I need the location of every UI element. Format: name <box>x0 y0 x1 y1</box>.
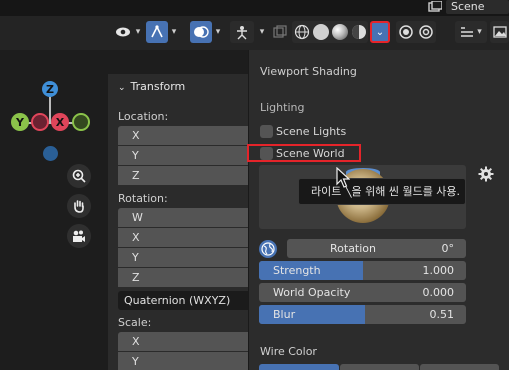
world-globe-icon[interactable] <box>259 240 277 258</box>
chevron-down-icon[interactable]: ▾ <box>168 21 180 43</box>
lighting-label: Lighting <box>260 101 305 114</box>
gizmo-axis-z[interactable]: Z <box>42 81 58 97</box>
scene-selector[interactable]: Scene <box>446 0 509 14</box>
mouse-cursor-icon <box>336 167 350 188</box>
rotation-label: Rotation: <box>118 192 168 205</box>
scale-y-field[interactable]: Y <box>118 352 250 370</box>
overlay-pass-button[interactable] <box>417 21 435 43</box>
top-strip: Scene <box>0 0 509 16</box>
image-editor-button[interactable] <box>490 21 509 43</box>
scene-lights-label[interactable]: Scene Lights <box>276 125 346 138</box>
xray-toggle-button[interactable] <box>271 21 289 43</box>
scene-icon <box>425 0 445 14</box>
blur-slider-label: Blur <box>273 308 296 321</box>
viewport-shading-popover: Viewport Shading Lighting Scene Lights S… <box>247 50 509 370</box>
zoom-icon[interactable] <box>67 164 91 188</box>
wire-color-tab-random[interactable] <box>420 364 499 370</box>
strength-slider[interactable]: Strength 1.000 <box>259 261 466 280</box>
scale-x-field[interactable]: X <box>118 332 250 351</box>
location-z-field[interactable]: Z <box>118 166 250 185</box>
gizmo-axis-y[interactable]: Y <box>11 113 29 131</box>
blur-slider[interactable]: Blur 0.51 <box>259 305 466 324</box>
viewport-header: ▾ ▾ ▾ ▾ ⌄ ▾ <box>0 16 509 50</box>
gear-icon[interactable] <box>478 166 494 182</box>
solid-shading-button[interactable] <box>312 21 330 43</box>
shading-options-button[interactable]: ⌄ <box>370 21 390 43</box>
tooltip: 라이트 ╲을 위해 씬 월드를 사용. <box>298 178 466 205</box>
gizmo-axis-x[interactable]: X <box>51 113 69 131</box>
scene-lights-checkbox[interactable] <box>260 125 273 138</box>
location-x-field[interactable]: X <box>118 126 250 145</box>
transform-panel: ⌄ Transform Location: X Y Z Rotation: W X… <box>108 74 250 370</box>
rotation-w-field[interactable]: W <box>118 208 250 227</box>
location-label: Location: <box>118 110 169 123</box>
strength-slider-value: 1.000 <box>422 264 455 277</box>
world-opacity-slider[interactable]: World Opacity 0.000 <box>259 283 466 302</box>
rotation-field[interactable]: Rotation 0° <box>287 239 466 258</box>
wireframe-shading-button[interactable] <box>293 21 311 43</box>
rotation-x-field[interactable]: X <box>118 228 250 247</box>
render-pass-button[interactable] <box>397 21 415 43</box>
rotation-y-field[interactable]: Y <box>118 248 250 267</box>
world-opacity-slider-value: 0.000 <box>422 286 455 299</box>
chevron-down-icon: ⌄ <box>375 26 385 38</box>
chevron-down-icon[interactable]: ▾ <box>132 21 144 43</box>
location-y-field[interactable]: Y <box>118 146 250 165</box>
scene-world-highlight <box>247 144 361 162</box>
camera-icon[interactable] <box>67 224 91 248</box>
gizmo-toggle-button[interactable] <box>146 21 168 43</box>
hand-pan-icon[interactable] <box>67 194 91 218</box>
rotation-z-field[interactable]: Z <box>118 268 250 287</box>
world-opacity-slider-label: World Opacity <box>273 286 351 299</box>
gizmo-axis-neg-z[interactable] <box>43 146 58 161</box>
wire-color-tab-object[interactable] <box>340 364 419 370</box>
chevron-down-icon: ▾ <box>477 27 482 37</box>
scale-label: Scale: <box>118 316 152 329</box>
overlay-toggle-button[interactable] <box>190 21 212 43</box>
strength-slider-label: Strength <box>273 264 321 277</box>
popover-title: Viewport Shading <box>260 65 357 78</box>
rotation-mode-select[interactable]: Quaternion (WXYZ) <box>118 291 250 310</box>
3d-viewport[interactable]: Z Y X ⌄ Transform Location: X Y Z Rotatio… <box>0 50 250 370</box>
gizmo-axis-neg-x[interactable] <box>31 113 49 131</box>
wire-color-tabs <box>259 364 499 370</box>
view-object-types-button[interactable] <box>112 21 134 43</box>
rotation-field-value: 0° <box>441 242 455 255</box>
chevron-down-icon[interactable]: ▾ <box>212 21 224 43</box>
wire-color-label: Wire Color <box>260 345 317 358</box>
chevron-down-icon: ⌄ <box>118 83 126 93</box>
rendered-shading-button[interactable] <box>350 21 368 43</box>
transform-panel-title[interactable]: ⌄ Transform <box>118 80 185 93</box>
chevron-down-icon[interactable]: ▾ <box>256 21 268 43</box>
snapping-button[interactable] <box>230 21 254 43</box>
blur-slider-value: 0.51 <box>429 308 455 321</box>
wire-color-tab-theme[interactable] <box>259 364 339 370</box>
editor-type-button[interactable]: ▾ <box>455 21 487 43</box>
rotation-field-label: Rotation <box>330 242 377 255</box>
gizmo-axis-neg-y[interactable] <box>72 113 90 131</box>
material-shading-button[interactable] <box>331 21 349 43</box>
